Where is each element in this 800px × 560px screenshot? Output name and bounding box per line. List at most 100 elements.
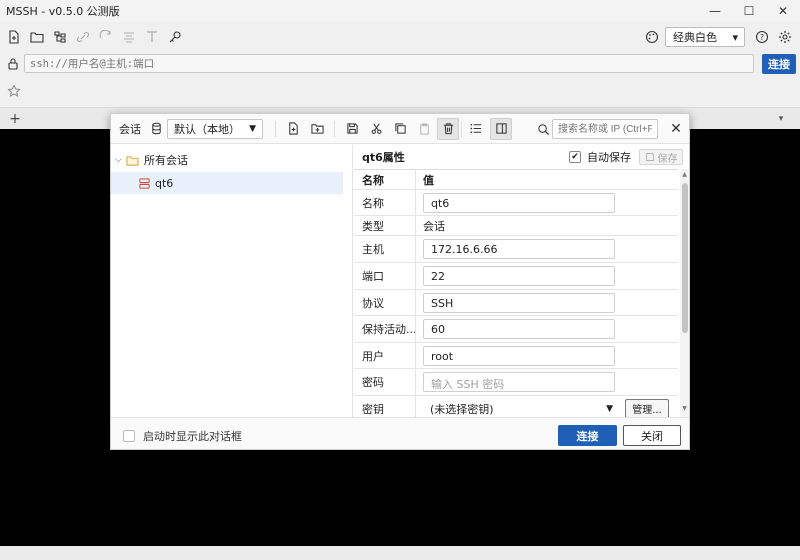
tree-item-qt6[interactable]: qt6 [111, 172, 343, 194]
row-key: 主机 [354, 236, 416, 262]
tab-menu-button[interactable]: ▾ [770, 108, 792, 130]
host-field[interactable]: 172.16.6.66 [423, 239, 615, 259]
server-icon [138, 177, 151, 190]
close-window-button[interactable]: ✕ [766, 0, 800, 22]
port-field[interactable]: 22 [423, 266, 615, 286]
properties-title: qt6属性 [362, 151, 405, 164]
search-input[interactable] [552, 119, 658, 139]
table-row: 保持活动... 60 [354, 316, 678, 343]
main-toolbar: 经典白色 ▾ ? [0, 25, 800, 49]
profile-value: 默认（本地） [174, 122, 240, 136]
row-key: 用户 [354, 343, 416, 368]
paste-icon[interactable] [413, 118, 435, 140]
dialog-footer: 启动时显示此对话框 连接 关闭 [111, 417, 689, 449]
chevron-down-icon: ▼ [249, 123, 256, 134]
protocol-field[interactable]: SSH [423, 292, 615, 313]
window-title: MSSH - v0.5.0 公测版 [6, 5, 120, 18]
dialog-connect-button[interactable]: 连接 [558, 425, 617, 446]
add-tab-button[interactable]: + [4, 108, 26, 130]
properties-header: qt6属性 ✔ 自动保存 保存 [354, 145, 689, 169]
copy-icon[interactable] [389, 118, 411, 140]
minimize-button[interactable]: — [698, 0, 732, 22]
folder-icon [126, 154, 139, 167]
chevron-down-icon: ▼ [606, 403, 613, 414]
new-folder-icon[interactable] [306, 118, 328, 140]
header-value: 值 [423, 173, 434, 187]
row-key: 名称 [354, 190, 416, 215]
name-field[interactable]: qt6 [423, 192, 615, 213]
dialog-close-button[interactable]: 关闭 [623, 425, 681, 446]
cut-icon[interactable] [365, 118, 387, 140]
panel-toggle-icon[interactable] [490, 117, 512, 140]
chevron-down-icon[interactable]: ⌵ [115, 155, 125, 165]
close-dialog-button[interactable]: ✕ [667, 120, 685, 138]
scroll-up-icon[interactable]: ▲ [680, 171, 689, 179]
table-header-row: 名称 值 [354, 170, 678, 190]
password-field[interactable]: 输入 SSH 密码 [423, 372, 615, 392]
properties-panel: qt6属性 ✔ 自动保存 保存 名称 值 名称 qt6 类型 会话 主机 172… [354, 145, 689, 417]
chevron-down-icon: ▾ [732, 30, 738, 44]
svg-text:?: ? [760, 33, 764, 42]
address-input[interactable] [24, 54, 754, 73]
table-row: 主机 172.16.6.66 [354, 236, 678, 263]
text-icon[interactable] [141, 26, 163, 48]
table-row: 用户 root [354, 343, 678, 369]
save-button[interactable]: 保存 [639, 149, 683, 165]
startup-label: 启动时显示此对话框 [143, 430, 242, 443]
link-icon[interactable] [72, 26, 94, 48]
title-bar: MSSH - v0.5.0 公测版 — ☐ ✕ [0, 0, 800, 22]
keepalive-field[interactable]: 60 [423, 319, 615, 339]
align-icon[interactable] [118, 26, 140, 48]
row-key: 类型 [354, 216, 416, 235]
row-key: 密钥 [354, 396, 416, 417]
type-value: 会话 [423, 219, 445, 233]
save-icon [645, 153, 654, 161]
table-row: 密码 输入 SSH 密码 [354, 369, 678, 396]
startup-toggle[interactable]: 启动时显示此对话框 [123, 428, 242, 444]
address-bar: 连接 [0, 53, 800, 75]
tree-root-label: 所有会话 [144, 154, 188, 167]
help-icon[interactable]: ? [751, 26, 773, 48]
new-session-icon[interactable] [282, 118, 304, 140]
table-row: 协议 SSH [354, 290, 678, 316]
key-icon[interactable] [164, 26, 186, 48]
theme-dropdown[interactable]: 经典白色 ▾ [665, 27, 745, 47]
scroll-down-icon[interactable]: ▼ [680, 405, 689, 413]
startup-checkbox[interactable] [123, 430, 135, 442]
theme-value: 经典白色 [673, 31, 717, 44]
table-row: 名称 qt6 [354, 190, 678, 216]
favorites-bar [0, 80, 800, 102]
autosave-toggle[interactable]: ✔ 自动保存 [569, 149, 631, 165]
properties-scrollbar[interactable]: ▲ ▼ [680, 169, 689, 417]
save-icon[interactable] [341, 118, 363, 140]
delete-icon[interactable] [437, 117, 459, 140]
scroll-thumb[interactable] [682, 183, 688, 333]
status-bar [0, 546, 800, 560]
connect-button[interactable]: 连接 [762, 54, 796, 74]
manage-keys-button[interactable]: 管理... [625, 399, 669, 417]
table-row: 密钥 (未选择密钥) ▼ 管理... [354, 396, 678, 417]
star-icon[interactable] [3, 80, 25, 102]
sessions-label: 会话 [119, 122, 141, 136]
gear-icon[interactable] [774, 26, 796, 48]
profile-dropdown[interactable]: 默认（本地） ▼ [167, 118, 263, 139]
refresh-icon[interactable] [95, 26, 117, 48]
new-file-icon[interactable] [3, 26, 25, 48]
table-row: 端口 22 [354, 263, 678, 290]
session-tree: ⌵ 所有会话 qt6 [111, 145, 353, 417]
theme-selector: 经典白色 ▾ [640, 26, 745, 48]
save-label: 保存 [657, 153, 678, 165]
open-folder-icon[interactable] [26, 26, 48, 48]
autosave-label: 自动保存 [587, 151, 631, 164]
tree-icon[interactable] [49, 26, 71, 48]
table-row: 类型 会话 [354, 216, 678, 236]
row-key: 协议 [354, 290, 416, 315]
user-field[interactable]: root [423, 345, 615, 366]
maximize-button[interactable]: ☐ [732, 0, 766, 22]
row-key: 端口 [354, 263, 416, 289]
tree-root[interactable]: ⌵ 所有会话 [111, 149, 343, 171]
row-key: 保持活动... [354, 316, 416, 342]
key-dropdown[interactable]: (未选择密钥) ▼ [423, 399, 619, 418]
check-icon[interactable]: ✔ [569, 151, 581, 163]
list-icon[interactable] [464, 118, 486, 140]
